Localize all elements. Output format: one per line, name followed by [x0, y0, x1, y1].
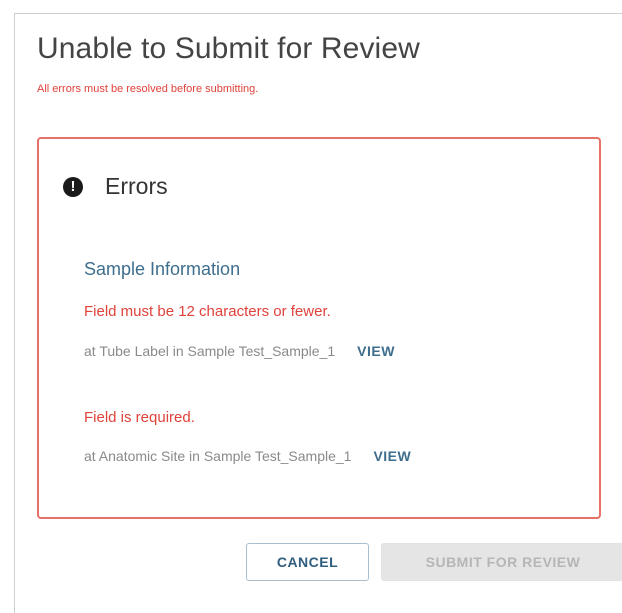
error-location-row: at Tube Label in Sample Test_Sample_1 VI…	[84, 343, 395, 359]
dialog-subtitle: All errors must be resolved before submi…	[37, 83, 259, 95]
view-link[interactable]: VIEW	[357, 343, 395, 359]
error-message: Field must be 12 characters or fewer.	[84, 303, 331, 320]
submit-error-dialog: Unable to Submit for Review All errors m…	[14, 13, 622, 613]
error-location-row: at Anatomic Site in Sample Test_Sample_1…	[84, 448, 411, 464]
dialog-title: Unable to Submit for Review	[37, 32, 420, 65]
error-location: at Tube Label in Sample Test_Sample_1	[84, 343, 336, 359]
exclamation-circle-icon: !	[63, 176, 83, 197]
section-title: Sample Information	[84, 259, 241, 279]
errors-panel: ! Errors Sample Information Field must b…	[37, 137, 601, 519]
submit-for-review-button[interactable]: SUBMIT FOR REVIEW	[381, 543, 622, 581]
errors-heading: Errors	[105, 173, 168, 199]
cancel-button[interactable]: CANCEL	[246, 543, 369, 581]
view-link[interactable]: VIEW	[373, 448, 411, 464]
errors-header: ! Errors	[63, 173, 168, 200]
error-location: at Anatomic Site in Sample Test_Sample_1	[84, 448, 352, 464]
error-message: Field is required.	[84, 409, 195, 426]
